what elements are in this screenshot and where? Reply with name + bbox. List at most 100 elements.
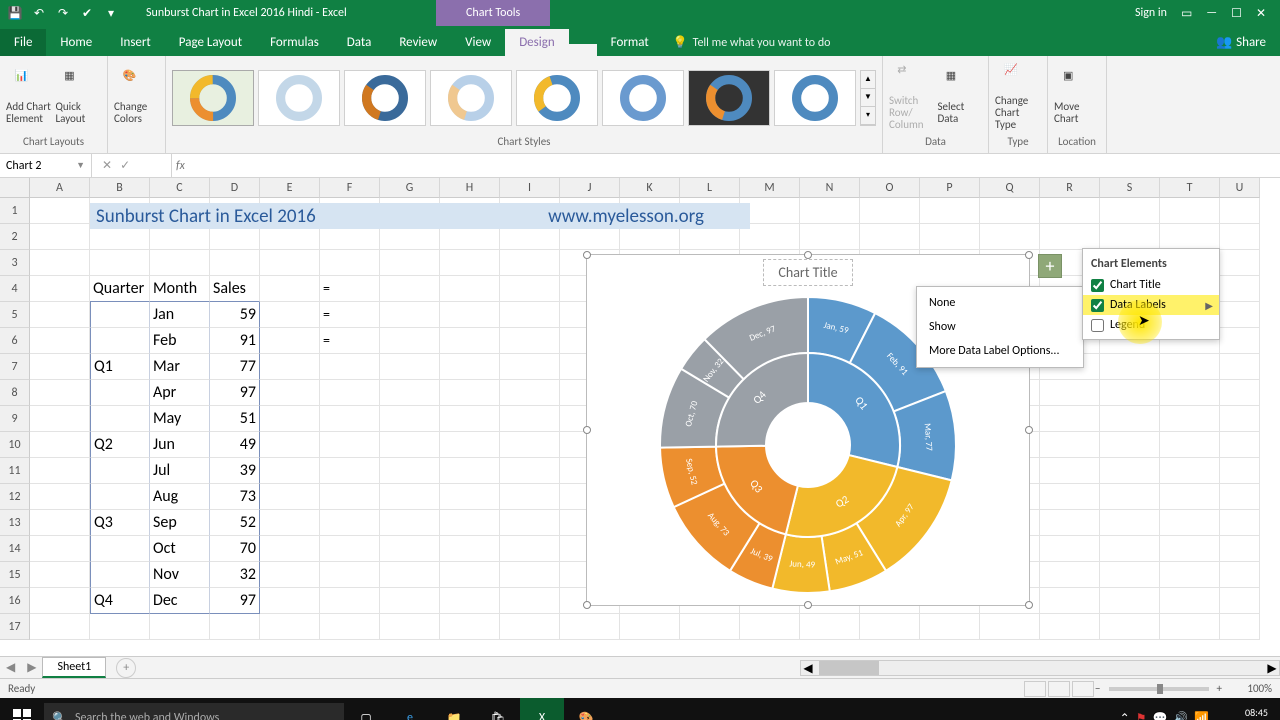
chevron-right-icon[interactable]: ▶ [1205,299,1213,312]
cell[interactable] [1160,510,1220,536]
cell[interactable]: 51 [210,406,260,432]
cell[interactable]: Oct [150,536,210,562]
cell[interactable] [1040,562,1100,588]
labels-more-options[interactable]: More Data Label Options... [917,339,1083,363]
cell[interactable] [260,250,320,276]
chart-style-7[interactable] [688,70,770,126]
cell[interactable] [260,432,320,458]
volume-icon[interactable]: 🔊 [1173,711,1188,720]
cell[interactable] [30,562,90,588]
cell[interactable]: Apr [150,380,210,406]
cell[interactable] [1220,432,1260,458]
cell[interactable] [500,380,560,406]
cell[interactable] [860,224,920,250]
cell[interactable] [980,198,1040,224]
cell[interactable] [1040,406,1100,432]
cell[interactable] [320,562,380,588]
excel-taskbar-icon[interactable]: X [520,698,564,720]
tab-format[interactable]: Format [597,29,663,56]
cell[interactable]: 97 [210,588,260,614]
app-icon[interactable]: 🎨 [564,698,608,720]
cell[interactable] [260,406,320,432]
cell[interactable] [380,536,440,562]
close-icon[interactable]: ✕ [1256,6,1266,21]
cell[interactable] [500,432,560,458]
cell[interactable] [1160,562,1220,588]
cell[interactable]: 77 [210,354,260,380]
cell[interactable] [1100,562,1160,588]
cell[interactable] [260,588,320,614]
cell[interactable] [30,536,90,562]
task-view-icon[interactable]: ▢ [344,698,388,720]
row-header-7[interactable]: 7 [0,354,30,380]
signin-link[interactable]: Sign in [1135,6,1167,20]
row-header-9[interactable]: 9 [0,406,30,432]
tab-view[interactable]: View [451,29,505,56]
cell[interactable] [1220,406,1260,432]
cell[interactable]: Nov [150,562,210,588]
maximize-icon[interactable]: ☐ [1231,6,1242,21]
tab-review[interactable]: Review [385,29,451,56]
fx-icon[interactable]: fx [172,154,189,177]
cell[interactable] [1220,562,1260,588]
cell[interactable] [30,276,90,302]
share-button[interactable]: 👥 Share [1202,29,1280,56]
cell[interactable] [260,614,320,640]
cell[interactable] [1040,380,1100,406]
cell[interactable] [980,224,1040,250]
cell[interactable] [440,562,500,588]
cell[interactable] [150,250,210,276]
ce-legend-checkbox[interactable] [1091,319,1104,332]
cell[interactable] [1220,276,1260,302]
cell[interactable] [500,536,560,562]
chart-title[interactable]: Chart Title [763,259,853,286]
cell[interactable]: Q3 [90,510,150,536]
tab-insert[interactable]: Insert [106,29,165,56]
cell[interactable] [90,380,150,406]
cell[interactable] [1220,536,1260,562]
ce-labels-checkbox[interactable] [1091,299,1104,312]
cell[interactable] [260,380,320,406]
cell[interactable] [380,354,440,380]
cell[interactable] [1160,432,1220,458]
worksheet-grid[interactable]: A B C D E F G H I J K L M N O P Q R S T … [0,178,1280,656]
enter-formula-icon[interactable]: ✓ [120,158,130,173]
cell[interactable] [320,588,380,614]
cell[interactable]: Feb [150,328,210,354]
tab-home[interactable]: Home [46,29,106,56]
col-U[interactable]: U [1220,178,1260,198]
cell[interactable] [920,198,980,224]
col-A[interactable]: A [30,178,90,198]
cell[interactable] [380,406,440,432]
cell[interactable] [1100,198,1160,224]
tab-page-layout[interactable]: Page Layout [165,29,256,56]
cell[interactable] [30,198,90,224]
col-O[interactable]: O [860,178,920,198]
labels-show[interactable]: Show [917,315,1083,339]
sheet-nav-prev[interactable]: ◀ [0,660,21,675]
cell[interactable]: Jun [150,432,210,458]
col-B[interactable]: B [90,178,150,198]
cell[interactable]: Q1 [90,354,150,380]
sheet-nav-next[interactable]: ▶ [21,660,42,675]
cell[interactable] [1100,354,1160,380]
cell[interactable] [380,302,440,328]
cell[interactable] [380,614,440,640]
cell[interactable] [380,380,440,406]
cell[interactable] [500,354,560,380]
cell[interactable] [1100,614,1160,640]
cell[interactable] [1220,380,1260,406]
qat-dropdown-icon[interactable]: ▾ [102,4,120,22]
cell[interactable]: 59 [210,302,260,328]
cell[interactable] [500,406,560,432]
cell[interactable]: = [320,302,380,328]
network-icon[interactable]: 📶 [1194,711,1209,720]
cell[interactable] [800,614,860,640]
cell[interactable] [320,510,380,536]
cell[interactable]: 52 [210,510,260,536]
cell[interactable] [1220,484,1260,510]
col-J[interactable]: J [560,178,620,198]
cell[interactable] [320,458,380,484]
change-chart-type-button[interactable]: 📈 Change Chart Type [995,64,1041,131]
cell[interactable] [30,588,90,614]
